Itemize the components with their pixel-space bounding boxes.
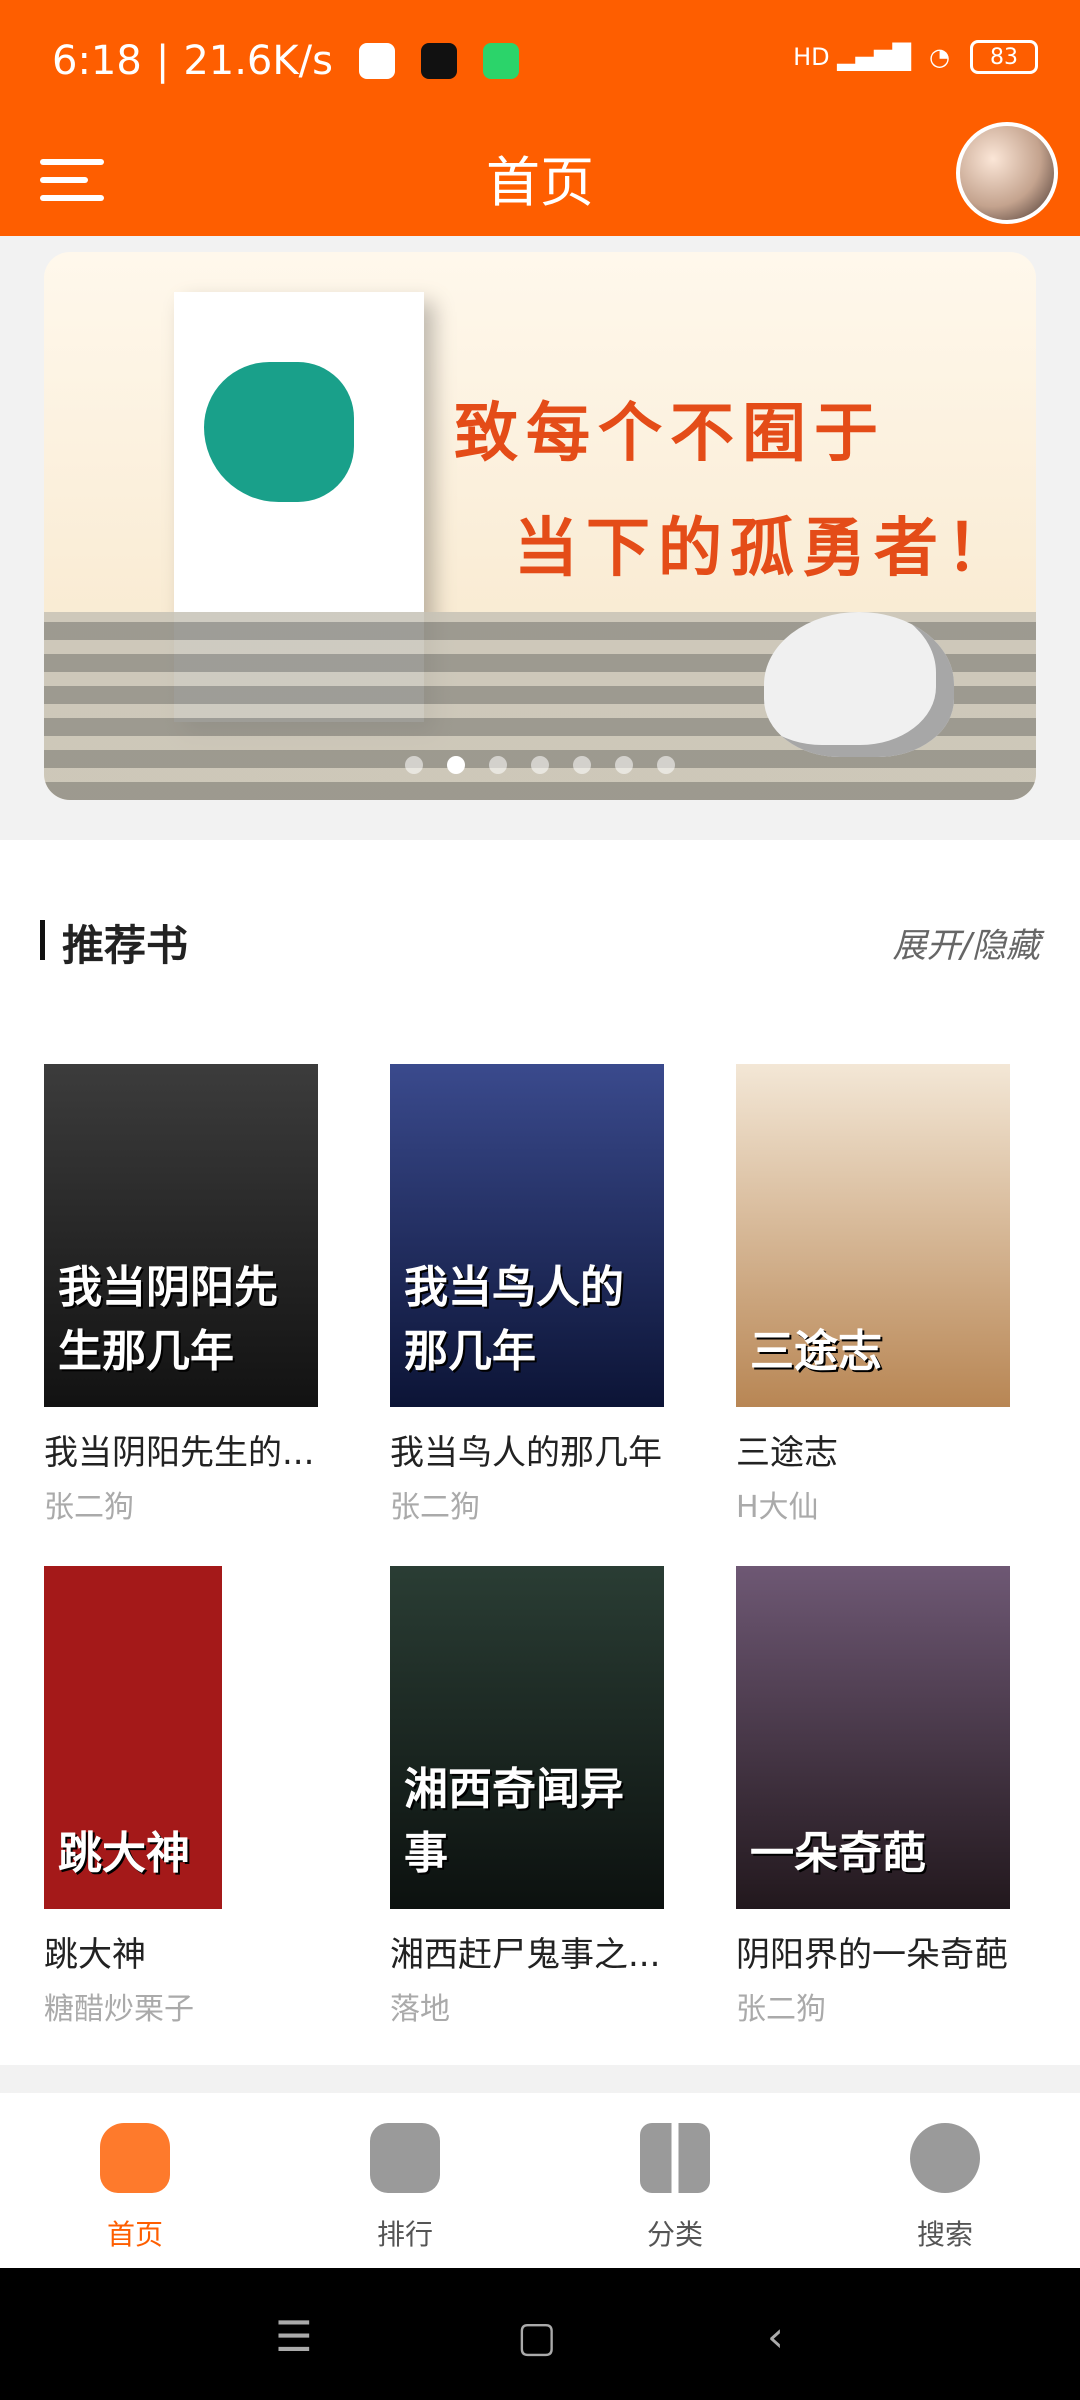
bottom-nav: 首页 排行 分类 搜索 [0,2093,1080,2268]
book-title: 我当阴阳先生的... [44,1433,315,1473]
book-title: 湘西赶尸鬼事之... [390,1935,661,1975]
top-bar: 6:18 | 21.6K/s HD ▂▄▆█ ◔ 83 首页 [0,0,1080,236]
nav-label: 搜索 [916,2218,973,2251]
book-author: 张二狗 [390,1490,480,1525]
status-right: HD ▂▄▆█ ◔ 83 [793,40,1038,74]
grid-icon [640,2123,710,2193]
signal-icon: HD ▂▄▆█ [793,43,912,71]
carousel-indicators [44,756,1036,774]
book-card[interactable]: 三途志 三途志 H大仙 [736,1064,1036,1526]
book-author: 落地 [390,1992,450,2027]
page-title: 首页 [486,151,594,214]
nav-label: 排行 [376,2218,433,2251]
book-card[interactable]: 我当阴阳先生那几年 我当阴阳先生的... 张二狗 [44,1064,344,1526]
book-card[interactable]: 跳大神 跳大神 糖醋炒栗子 [44,1566,344,2028]
status-bar: 6:18 | 21.6K/s HD ▂▄▆█ ◔ 83 [0,0,1080,130]
banner-carousel[interactable]: 致每个不囿于 当下的孤勇者！ [44,252,1036,800]
book-card[interactable]: 我当鸟人的那几年 我当鸟人的那几年 张二狗 [390,1064,690,1526]
banner-line1: 致每个不囿于 [454,397,886,471]
carousel-dot-active[interactable] [447,756,465,774]
expand-toggle[interactable]: 展开/隐藏 [893,918,1040,967]
carousel-dot[interactable] [489,756,507,774]
battery-level: 83 [990,44,1018,70]
banner-line2: 当下的孤勇者！ [514,512,1018,586]
battery-indicator: 83 [970,40,1038,74]
recommend-section: 推荐书 展开/隐藏 我当阴阳先生那几年 我当阴阳先生的... 张二狗 我当鸟人的… [0,840,1080,2065]
cover-text: 三途志 [750,1326,882,1377]
cover-text: 湘西奇闻异事 [404,1764,624,1879]
nav-ranking[interactable]: 排行 [335,2123,475,2253]
nav-home[interactable]: 首页 [65,2123,205,2253]
book-title: 阴阳界的一朵奇葩 [736,1935,1008,1975]
banner-decoration [204,362,354,502]
avatar[interactable] [956,122,1058,224]
book-cover: 一朵奇葩 [736,1566,1010,1909]
book-cover: 我当鸟人的那几年 [390,1064,664,1407]
book-author: H大仙 [736,1490,819,1525]
carousel-dot[interactable] [573,756,591,774]
qq-icon [420,43,457,79]
book-author: 张二狗 [736,1992,826,2027]
section-header: 推荐书 展开/隐藏 [40,912,1040,972]
nav-label: 分类 [646,2218,703,2251]
clock: 6:18 [52,38,142,84]
search-icon [910,2123,980,2193]
book-title: 我当鸟人的那几年 [390,1433,662,1473]
book-author: 张二狗 [44,1490,134,1525]
ranking-icon [370,2123,440,2193]
section-accent [40,920,45,960]
book-card[interactable]: 湘西奇闻异事 湘西赶尸鬼事之... 落地 [390,1566,690,2028]
system-nav-bar: ☰ ▢ ‹ [0,2268,1080,2400]
nav-search[interactable]: 搜索 [875,2123,1015,2253]
book-card[interactable]: 一朵奇葩 阴阳界的一朵奇葩 张二狗 [736,1566,1036,2028]
separator: | [155,38,170,84]
shield-icon [482,43,519,79]
book-cover: 跳大神 [44,1566,318,1909]
status-left: 6:18 | 21.6K/s [52,38,533,84]
cover-text: 我当鸟人的那几年 [404,1262,624,1377]
banner-cat [764,612,954,757]
home-icon [100,2123,170,2193]
book-author: 糖醋炒栗子 [44,1992,194,2027]
carousel-dot[interactable] [531,756,549,774]
section-title: 推荐书 [62,921,189,970]
home-button-icon[interactable]: ▢ [517,2312,557,2361]
carousel-dot[interactable] [657,756,675,774]
network-speed: 21.6K/s [183,38,333,84]
cover-text: 我当阴阳先生那几年 [58,1262,278,1377]
book-cover: 湘西奇闻异事 [390,1566,664,1909]
carousel-dot[interactable] [405,756,423,774]
wifi-icon: ◔ [929,43,950,71]
book-title: 跳大神 [44,1935,146,1975]
book-cover: 我当阴阳先生那几年 [44,1064,318,1407]
recent-apps-icon[interactable]: ☰ [275,2312,313,2361]
nav-category[interactable]: 分类 [605,2123,745,2253]
book-title: 三途志 [736,1433,838,1473]
back-icon[interactable]: ‹ [767,2312,784,2361]
carousel-dot[interactable] [615,756,633,774]
alarm-icon [358,43,395,79]
nav-label: 首页 [106,2218,163,2251]
app-bar: 首页 [0,122,1080,236]
cover-text: 一朵奇葩 [750,1828,926,1879]
cover-text: 跳大神 [58,1828,190,1879]
book-cover: 三途志 [736,1064,1010,1407]
